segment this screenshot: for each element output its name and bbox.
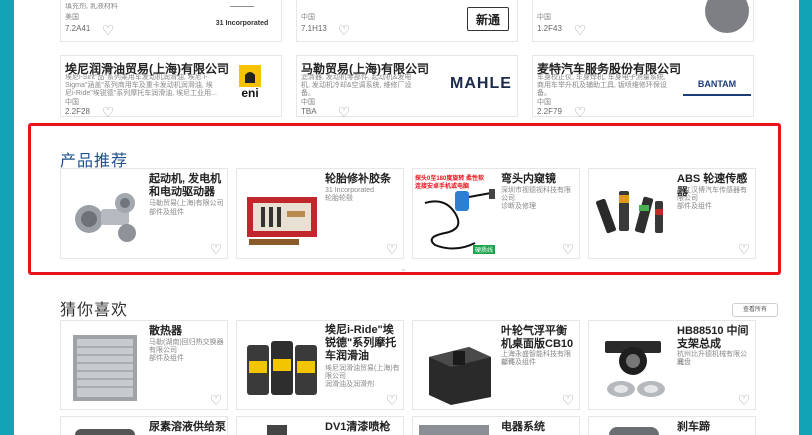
company-card[interactable]: 中国 7.1H13 ♡ 新通 <box>296 0 518 42</box>
company-card[interactable]: 麦特汽车服务股份有限公司 车身校正仪, 车身焊机, 车身电子测量系统, 商用车举… <box>532 55 754 119</box>
company-country: 美国 <box>65 14 79 21</box>
product-company: 埃尼润滑油贸易(上海)有限公司 <box>325 365 400 380</box>
product-image <box>75 429 135 435</box>
product-card[interactable]: 埃尼i-Ride"埃锐德"系列摩托车润滑油 埃尼润滑油贸易(上海)有限公司 润滑… <box>236 320 404 410</box>
product-image <box>609 427 659 435</box>
product-category: 部件及组件 <box>149 355 184 362</box>
product-name[interactable]: DV1清漆喷枪 <box>325 421 390 434</box>
company-desc: 滤清器, 发动机零部件, 起动机&发电机, 发动机冷却&空调系统, 维修厂设备。 <box>301 74 412 97</box>
product-name[interactable]: 散热器 <box>149 325 225 338</box>
company-country: 中国 <box>537 14 551 21</box>
product-image <box>67 325 147 407</box>
product-image <box>419 327 499 407</box>
favorite-icon[interactable]: ♡ <box>337 23 351 37</box>
product-name[interactable]: 电器系统 <box>501 421 545 434</box>
page-frame: 填充剂, 乳液材料 美国 7.2A41 ♡ ‾‾‾‾‾ 31 Incorpora… <box>14 0 799 435</box>
product-card[interactable]: 刹车蹄 <box>588 416 756 435</box>
product-category: 润滑油及润滑剂 <box>325 381 374 388</box>
company-logo: 新通 <box>467 7 509 31</box>
company-logo <box>705 0 749 33</box>
favorite-icon[interactable]: ♡ <box>101 105 115 119</box>
product-name[interactable]: 刹车蹄 <box>677 421 710 434</box>
favorite-icon[interactable]: ♡ <box>573 23 587 37</box>
booth-code: TBA <box>301 107 317 116</box>
company-country: 中国 <box>301 99 315 106</box>
favorite-icon[interactable]: ♡ <box>737 393 751 407</box>
mahle-logo: MAHLE <box>450 75 512 92</box>
booth-code: 7.2A41 <box>65 24 91 33</box>
view-all-button[interactable]: 查看所有 <box>732 303 778 317</box>
product-image <box>267 425 287 435</box>
product-name[interactable]: 埃尼i-Ride"埃锐德"系列摩托车润滑油 <box>325 324 403 363</box>
company-country: 中国 <box>65 99 79 106</box>
company-desc: 填充剂, 乳液材料 <box>65 3 118 10</box>
product-company: 马勒(湖南)回归热交换器有限公司 <box>149 339 224 354</box>
product-card[interactable]: 电器系统 <box>412 416 580 435</box>
guess-title: 猜你喜欢 <box>60 302 129 319</box>
eni-logo: eni <box>233 62 267 102</box>
company-desc: 车身校正仪, 车身焊机, 车身电子测量系统, 商用车举升机及辅助工具, 钣喷维修… <box>537 74 667 97</box>
company-card[interactable]: 埃尼润滑油贸易(上海)有限公司 埃尼i-Sint"品"系列乘用车发动机润滑油, … <box>60 55 282 119</box>
favorite-icon[interactable]: ♡ <box>561 393 575 407</box>
product-image <box>595 327 675 407</box>
company-card[interactable]: 填充剂, 乳液材料 美国 7.2A41 ♡ ‾‾‾‾‾ 31 Incorpora… <box>60 0 282 42</box>
company-country: 中国 <box>537 99 551 106</box>
booth-code: 1.2F43 <box>537 24 562 33</box>
highlight-box <box>28 123 781 275</box>
product-card[interactable]: 散热器 马勒(湖南)回归热交换器有限公司 部件及组件 ♡ <box>60 320 228 410</box>
favorite-icon[interactable]: ♡ <box>101 23 115 37</box>
company-country: 中国 <box>301 14 315 21</box>
product-card[interactable]: DV1清漆喷枪 <box>236 416 404 435</box>
favorite-icon[interactable]: ♡ <box>573 105 587 119</box>
product-card[interactable]: 尿素溶液供给泵 <box>60 416 228 435</box>
product-image <box>243 331 323 407</box>
product-card[interactable]: 叶轮气浮平衡机桌面版CB10 上海永盛智能科技有限公司 部件及组件 ♡ <box>412 320 580 410</box>
product-name[interactable]: 叶轮气浮平衡机桌面版CB10 <box>501 325 577 351</box>
company-card[interactable]: 中国 1.2F43 ♡ <box>532 0 754 42</box>
product-category: 底盘 <box>677 359 691 366</box>
favorite-icon[interactable]: ♡ <box>209 393 223 407</box>
product-card[interactable]: HB88510 中间支架总成 杭州比升德机械有限公司 底盘 ♡ <box>588 320 756 410</box>
bantam-logo: BANTAM <box>683 74 751 96</box>
product-name[interactable]: 尿素溶液供给泵 <box>149 421 226 434</box>
company-logo: ‾‾‾‾‾ 31 Incorporated <box>215 5 269 27</box>
booth-code: 2.2F79 <box>537 107 562 116</box>
favorite-icon[interactable]: ♡ <box>385 393 399 407</box>
favorite-icon[interactable]: ♡ <box>337 105 351 119</box>
product-name[interactable]: HB88510 中间支架总成 <box>677 325 753 351</box>
booth-code: 2.2F28 <box>65 107 90 116</box>
product-category: 部件及组件 <box>501 359 536 366</box>
product-image <box>419 425 489 435</box>
company-desc: 埃尼i-Sint"品"系列乘用车发动机润滑油, 埃尼 i-Sigma"涵盖"系列… <box>65 74 217 97</box>
booth-code: 7.1H13 <box>301 24 327 33</box>
company-card[interactable]: 马勒贸易(上海)有限公司 滤清器, 发动机零部件, 起动机&发电机, 发动机冷却… <box>296 55 518 119</box>
